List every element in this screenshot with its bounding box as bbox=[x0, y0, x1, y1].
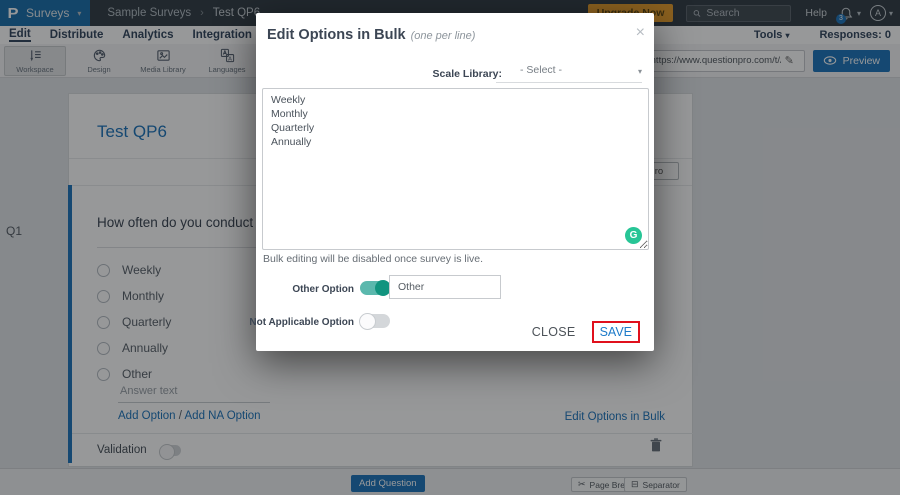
edit-options-in-bulk-modal: Edit Options in Bulk (one per line) × Sca… bbox=[249, 13, 654, 351]
save-button[interactable]: SAVE bbox=[600, 325, 632, 339]
annotation-highlight-box: SAVE bbox=[591, 321, 640, 343]
modal-title-text: Edit Options in Bulk bbox=[267, 27, 406, 43]
not-applicable-toggle[interactable] bbox=[359, 313, 390, 330]
modal-footer: CLOSE SAVE bbox=[532, 321, 640, 343]
close-button[interactable]: CLOSE bbox=[532, 325, 576, 339]
chevron-down-icon: ▾ bbox=[637, 67, 642, 76]
modal-title: Edit Options in Bulk (one per line) bbox=[267, 27, 475, 43]
scale-library-value: - Select - bbox=[520, 64, 563, 76]
close-icon[interactable]: × bbox=[636, 25, 645, 41]
not-applicable-option-label: Not Applicable Option bbox=[249, 317, 354, 328]
bulk-edit-note: Bulk editing will be disabled once surve… bbox=[263, 253, 484, 265]
modal-subtitle: (one per line) bbox=[410, 30, 476, 42]
bulk-options-textarea[interactable]: Weekly Monthly Quarterly Annually bbox=[262, 88, 649, 250]
other-option-toggle[interactable] bbox=[360, 280, 391, 296]
questionpro-survey-editor: P Surveys ▾ Sample Surveys › Test QP6 Up… bbox=[0, 0, 900, 495]
other-option-input[interactable] bbox=[389, 275, 501, 299]
other-option-label: Other Option bbox=[292, 284, 354, 295]
scale-library-label: Scale Library: bbox=[432, 68, 502, 80]
scale-library-select[interactable]: - Select - ▾ bbox=[496, 64, 642, 83]
grammarly-icon[interactable]: G bbox=[625, 227, 642, 244]
